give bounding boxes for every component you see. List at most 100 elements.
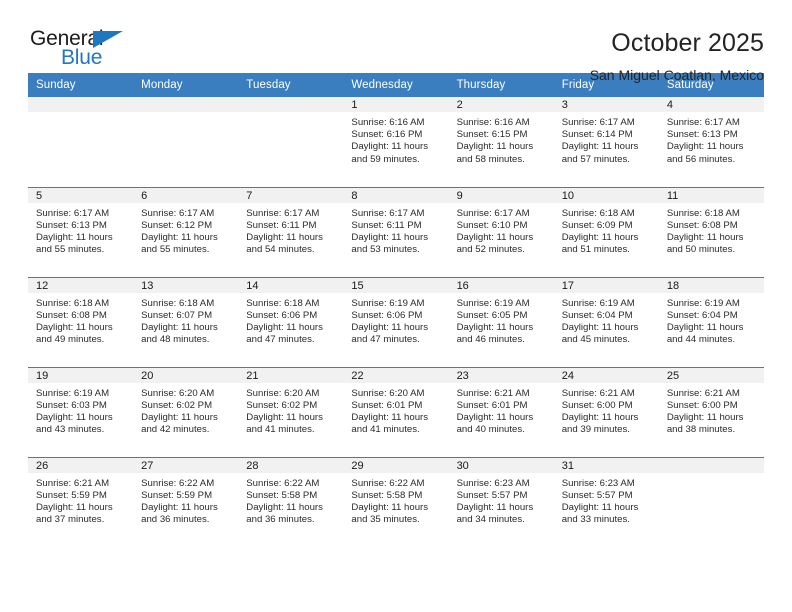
daylight-text: Daylight: 11 hours and 45 minutes.: [561, 321, 639, 346]
sunset-text: Sunset: 5:57 PM: [561, 489, 633, 501]
daylight-text: Daylight: 11 hours and 52 minutes.: [456, 231, 534, 256]
day-number: 3: [553, 97, 659, 112]
daylight-text: Daylight: 11 hours and 51 minutes.: [561, 231, 639, 256]
day-details: Sunrise: 6:16 AM Sunset: 6:15 PM Daylight:…: [449, 112, 554, 166]
day-details: Sunrise: 6:18 AM Sunset: 6:08 PM Daylight:…: [28, 293, 133, 347]
day-number: 10: [553, 187, 659, 203]
calendar-day-cell[interactable]: 18 Sunrise: 6:19 AM Sunset: 6:04 PM Dayligh…: [658, 276, 764, 367]
calendar-day-cell[interactable]: 20 Sunrise: 6:20 AM Sunset: 6:02 PM Dayligh…: [133, 366, 239, 457]
calendar-day-cell[interactable]: 30 Sunrise: 6:23 AM Sunset: 5:57 PM Dayligh…: [448, 456, 554, 547]
day-number: 21: [238, 367, 344, 383]
sunset-text: Sunset: 6:02 PM: [141, 399, 213, 411]
day-details: Sunrise: 6:19 AM Sunset: 6:06 PM Daylight:…: [343, 293, 448, 347]
calendar-empty-cell: [28, 97, 134, 187]
day-number: 19: [28, 367, 134, 383]
calendar-day-cell[interactable]: 16 Sunrise: 6:19 AM Sunset: 6:05 PM Dayligh…: [448, 276, 554, 367]
daylight-text: Daylight: 11 hours and 50 minutes.: [666, 231, 744, 256]
day-number: 23: [448, 367, 554, 383]
calendar-day-cell[interactable]: 2 Sunrise: 6:16 AM Sunset: 6:15 PM Daylight…: [448, 97, 554, 187]
day-number: 11: [658, 187, 764, 203]
calendar-day-cell[interactable]: 10 Sunrise: 6:18 AM Sunset: 6:09 PM Dayligh…: [553, 186, 659, 277]
calendar-day-cell[interactable]: 11 Sunrise: 6:18 AM Sunset: 6:08 PM Dayligh…: [658, 186, 764, 277]
day-number: 12: [28, 277, 134, 293]
weekday-header-monday: Monday: [133, 73, 239, 97]
sunrise-text: Sunrise: 6:18 AM: [561, 207, 635, 219]
sunset-text: Sunset: 5:58 PM: [351, 489, 423, 501]
daylight-text: Daylight: 11 hours and 55 minutes.: [36, 231, 113, 256]
calendar-week-row: 12 Sunrise: 6:18 AM Sunset: 6:08 PM Dayligh…: [28, 276, 764, 367]
brand-logo[interactable]: General Blue: [28, 28, 140, 74]
sunset-text: Sunset: 6:00 PM: [561, 399, 633, 411]
weekday-header-tuesday: Tuesday: [238, 73, 344, 97]
calendar-day-cell[interactable]: 13 Sunrise: 6:18 AM Sunset: 6:07 PM Dayligh…: [133, 276, 239, 367]
calendar-day-cell[interactable]: 6 Sunrise: 6:17 AM Sunset: 6:12 PM Daylight…: [133, 186, 239, 277]
day-number: [658, 457, 764, 473]
calendar-day-cell[interactable]: 17 Sunrise: 6:19 AM Sunset: 6:04 PM Dayligh…: [553, 276, 659, 367]
daylight-text: Daylight: 11 hours and 55 minutes.: [141, 231, 218, 256]
sunrise-text: Sunrise: 6:18 AM: [141, 297, 215, 309]
calendar-week-row: 5 Sunrise: 6:17 AM Sunset: 6:13 PM Daylight…: [28, 186, 764, 277]
sunset-text: Sunset: 6:03 PM: [36, 399, 107, 411]
calendar-day-cell[interactable]: 21 Sunrise: 6:20 AM Sunset: 6:02 PM Dayligh…: [238, 366, 344, 457]
calendar-day-cell[interactable]: 22 Sunrise: 6:20 AM Sunset: 6:01 PM Dayligh…: [343, 366, 449, 457]
day-details: Sunrise: 6:18 AM Sunset: 6:09 PM Daylight:…: [554, 203, 659, 257]
sunrise-text: Sunrise: 6:18 AM: [36, 297, 110, 309]
calendar-day-cell[interactable]: 23 Sunrise: 6:21 AM Sunset: 6:01 PM Dayligh…: [448, 366, 554, 457]
day-number: 5: [28, 187, 134, 203]
calendar-day-cell[interactable]: 12 Sunrise: 6:18 AM Sunset: 6:08 PM Dayligh…: [28, 276, 134, 367]
calendar-day-cell[interactable]: 4 Sunrise: 6:17 AM Sunset: 6:13 PM Daylight…: [658, 97, 764, 187]
day-number: 1: [343, 97, 449, 112]
sunrise-text: Sunrise: 6:17 AM: [36, 207, 110, 219]
day-number: 17: [553, 277, 659, 293]
calendar-day-cell[interactable]: 29 Sunrise: 6:22 AM Sunset: 5:58 PM Dayligh…: [343, 456, 449, 547]
daylight-text: Daylight: 11 hours and 41 minutes.: [246, 411, 323, 436]
day-details: Sunrise: 6:22 AM Sunset: 5:59 PM Daylight:…: [133, 473, 238, 527]
calendar-day-cell[interactable]: 8 Sunrise: 6:17 AM Sunset: 6:11 PM Daylight…: [343, 186, 449, 277]
day-number: 9: [448, 187, 554, 203]
day-details: Sunrise: 6:20 AM Sunset: 6:01 PM Daylight:…: [343, 383, 448, 437]
calendar-day-cell[interactable]: 27 Sunrise: 6:22 AM Sunset: 5:59 PM Dayligh…: [133, 456, 239, 547]
sunrise-text: Sunrise: 6:21 AM: [666, 387, 740, 399]
calendar-day-cell[interactable]: 1 Sunrise: 6:16 AM Sunset: 6:16 PM Daylight…: [343, 97, 449, 187]
calendar-day-cell[interactable]: 28 Sunrise: 6:22 AM Sunset: 5:58 PM Dayligh…: [238, 456, 344, 547]
day-number: 8: [343, 187, 449, 203]
day-details: Sunrise: 6:23 AM Sunset: 5:57 PM Daylight:…: [554, 473, 659, 527]
calendar-day-cell[interactable]: 7 Sunrise: 6:17 AM Sunset: 6:11 PM Daylight…: [238, 186, 344, 277]
calendar-day-cell[interactable]: 19 Sunrise: 6:19 AM Sunset: 6:03 PM Dayligh…: [28, 366, 134, 457]
day-details: Sunrise: 6:19 AM Sunset: 6:04 PM Daylight:…: [554, 293, 659, 347]
calendar-empty-cell: [658, 456, 764, 547]
sunrise-text: Sunrise: 6:17 AM: [666, 117, 740, 128]
sunrise-text: Sunrise: 6:22 AM: [141, 477, 215, 489]
daylight-text: Daylight: 11 hours and 41 minutes.: [351, 411, 429, 436]
sunrise-text: Sunrise: 6:18 AM: [666, 207, 740, 219]
calendar-day-cell[interactable]: 9 Sunrise: 6:17 AM Sunset: 6:10 PM Daylight…: [448, 186, 554, 277]
day-details: Sunrise: 6:18 AM Sunset: 6:07 PM Daylight:…: [133, 293, 238, 347]
sunset-text: Sunset: 5:59 PM: [36, 489, 107, 501]
daylight-text: Daylight: 11 hours and 46 minutes.: [456, 321, 534, 346]
daylight-text: Daylight: 11 hours and 34 minutes.: [456, 501, 534, 526]
calendar-day-cell[interactable]: 26 Sunrise: 6:21 AM Sunset: 5:59 PM Dayligh…: [28, 456, 134, 547]
calendar-day-cell[interactable]: 14 Sunrise: 6:18 AM Sunset: 6:06 PM Dayligh…: [238, 276, 344, 367]
calendar-page: General Blue October 2025 San Miguel Coa…: [0, 0, 792, 612]
sunrise-text: Sunrise: 6:23 AM: [456, 477, 530, 489]
weekday-header-wednesday: Wednesday: [343, 73, 449, 97]
calendar-day-cell[interactable]: 15 Sunrise: 6:19 AM Sunset: 6:06 PM Dayligh…: [343, 276, 449, 367]
calendar-day-cell[interactable]: 31 Sunrise: 6:23 AM Sunset: 5:57 PM Dayligh…: [553, 456, 659, 547]
calendar-day-cell[interactable]: 3 Sunrise: 6:17 AM Sunset: 6:14 PM Daylight…: [553, 97, 659, 187]
weekday-header-sunday: Sunday: [28, 73, 134, 97]
daylight-text: Daylight: 11 hours and 49 minutes.: [36, 321, 113, 346]
day-details: Sunrise: 6:17 AM Sunset: 6:11 PM Daylight:…: [343, 203, 448, 257]
day-number: 7: [238, 187, 344, 203]
sunrise-text: Sunrise: 6:18 AM: [246, 297, 320, 309]
calendar-day-cell[interactable]: 5 Sunrise: 6:17 AM Sunset: 6:13 PM Daylight…: [28, 186, 134, 277]
calendar-day-cell[interactable]: 24 Sunrise: 6:21 AM Sunset: 6:00 PM Dayligh…: [553, 366, 659, 457]
sunrise-text: Sunrise: 6:19 AM: [456, 297, 530, 309]
calendar-day-cell[interactable]: 25 Sunrise: 6:21 AM Sunset: 6:00 PM Dayligh…: [658, 366, 764, 457]
daylight-text: Daylight: 11 hours and 36 minutes.: [246, 501, 323, 526]
sunrise-text: Sunrise: 6:20 AM: [141, 387, 215, 399]
sunrise-text: Sunrise: 6:17 AM: [351, 207, 425, 219]
sunset-text: Sunset: 6:01 PM: [351, 399, 423, 411]
day-details: Sunrise: 6:21 AM Sunset: 6:00 PM Daylight:…: [554, 383, 659, 437]
sunrise-sunset-calendar: Sunday Monday Tuesday Wednesday Thursday…: [28, 73, 764, 547]
sunset-text: Sunset: 6:00 PM: [666, 399, 738, 411]
